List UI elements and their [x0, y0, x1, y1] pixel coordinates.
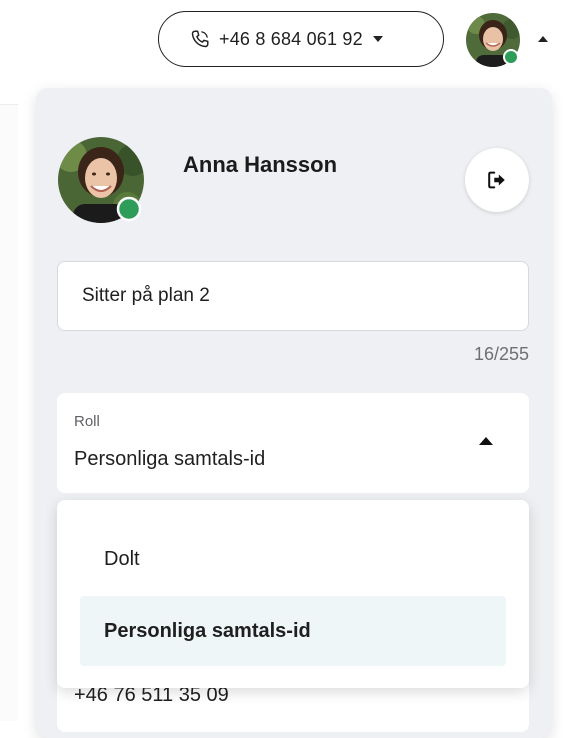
role-label: Roll [74, 413, 100, 430]
caret-down-icon [372, 36, 383, 42]
role-options-menu: Dolt Personliga samtals-id [57, 500, 529, 688]
logout-icon [488, 171, 505, 189]
chevron-up-icon [479, 437, 493, 445]
profile-avatar [58, 137, 144, 223]
phone-number-label: +46 8 684 061 92 [219, 28, 363, 49]
logout-button[interactable] [465, 148, 529, 212]
character-counter: 16/255 [473, 344, 529, 364]
status-message-input[interactable] [57, 261, 529, 331]
role-selected-value: Personliga samtals-id [74, 448, 266, 470]
phone-number-selector[interactable]: +46 8 684 061 92 [158, 11, 444, 67]
phone-icon [191, 30, 209, 48]
role-option-personliga-samtals-id[interactable]: Personliga samtals-id [80, 596, 506, 666]
account-avatar[interactable] [466, 13, 520, 67]
role-option-dolt[interactable]: Dolt [80, 524, 506, 594]
role-select[interactable]: Roll Personliga samtals-id [57, 393, 529, 493]
user-name: Anna Hansson [183, 152, 338, 177]
chevron-up-icon[interactable] [538, 36, 548, 42]
page-background [0, 104, 18, 721]
online-status-dot [116, 196, 142, 222]
